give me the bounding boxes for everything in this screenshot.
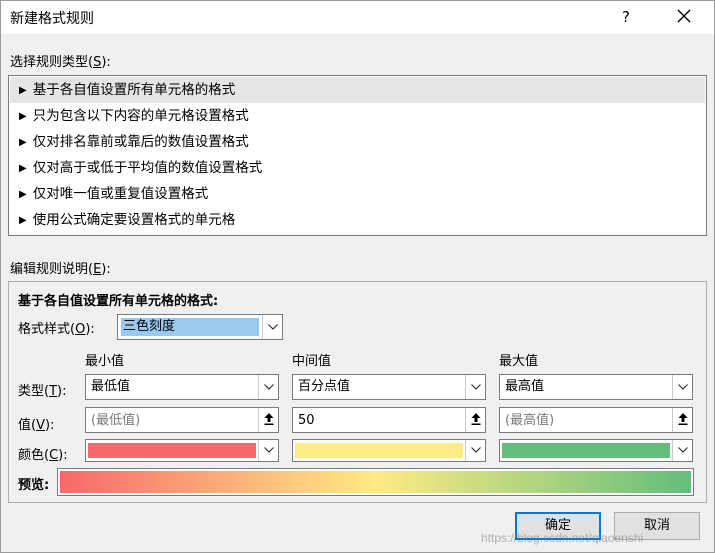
help-button[interactable]: ?: [613, 5, 639, 29]
dropdown-button[interactable]: [672, 375, 692, 399]
preview-gradient: [60, 471, 691, 493]
rule-type-label: 选择规则类型(S):: [10, 55, 111, 70]
chevron-down-icon: [678, 447, 688, 453]
new-format-rule-dialog: 新建格式规则 ? 选择规则类型(S): ▶ 基于各自值设置所有单元格的格式 ▶ 只为…: [0, 0, 715, 553]
chevron-down-icon: [268, 324, 278, 330]
edit-rule-label: 编辑规则说明(E):: [10, 262, 111, 277]
chevron-down-icon: [678, 384, 688, 390]
format-style-label: 格式样式(O):: [18, 322, 95, 337]
range-picker-button[interactable]: [465, 408, 485, 432]
dropdown-button[interactable]: [262, 315, 282, 339]
max-value-field[interactable]: (最高值): [499, 407, 693, 433]
rule-type-list[interactable]: ▶ 基于各自值设置所有单元格的格式 ▶ 只为包含以下内容的单元格设置格式 ▶ 仅对排名…: [8, 75, 707, 236]
chevron-down-icon: [471, 447, 481, 453]
triangle-right-icon: ▶: [19, 137, 27, 148]
mid-column-header: 中间值: [292, 354, 332, 369]
close-icon: [677, 9, 691, 23]
max-column-header: 最大值: [499, 354, 539, 369]
max-type-select[interactable]: 最高值: [499, 374, 693, 400]
dropdown-button[interactable]: [258, 440, 278, 461]
preview-label: 预览:: [18, 478, 50, 493]
mid-value-text: 50: [298, 413, 315, 428]
type-row-label: 类型(T):: [18, 384, 67, 399]
format-style-value: 三色刻度: [121, 318, 259, 336]
preview-bar: [57, 468, 694, 496]
triangle-right-icon: ▶: [19, 163, 27, 174]
rule-type-item[interactable]: ▶ 只为包含以下内容的单元格设置格式: [10, 103, 705, 129]
chevron-down-icon: [264, 384, 274, 390]
triangle-right-icon: ▶: [19, 111, 27, 122]
max-value-text: (最高值): [505, 413, 555, 428]
title-bar: 新建格式规则 ?: [1, 1, 714, 34]
max-color-picker[interactable]: [499, 439, 693, 462]
value-row-label: 值(V):: [18, 418, 55, 433]
min-value-text: (最低值): [91, 413, 141, 428]
rule-type-item[interactable]: ▶ 仅对唯一值或重复值设置格式: [10, 181, 705, 207]
close-button[interactable]: [669, 5, 699, 29]
rule-type-item[interactable]: ▶ 使用公式确定要设置格式的单元格: [10, 207, 705, 233]
chevron-down-icon: [471, 384, 481, 390]
min-color-picker[interactable]: [85, 439, 279, 462]
rule-type-item[interactable]: ▶ 基于各自值设置所有单元格的格式: [10, 77, 705, 103]
mid-color-picker[interactable]: [292, 439, 486, 462]
color-row-label: 颜色(C):: [18, 448, 68, 463]
min-column-header: 最小值: [85, 354, 125, 369]
mid-value-field[interactable]: 50: [292, 407, 486, 433]
rule-type-item[interactable]: ▶ 仅对高于或低于平均值的数值设置格式: [10, 155, 705, 181]
format-style-select[interactable]: 三色刻度: [117, 314, 283, 340]
triangle-right-icon: ▶: [19, 215, 27, 226]
mid-type-select[interactable]: 百分点值: [292, 374, 486, 400]
dropdown-button[interactable]: [672, 440, 692, 461]
dropdown-button[interactable]: [465, 375, 485, 399]
min-value-field[interactable]: (最低值): [85, 407, 279, 433]
edit-panel-title: 基于各自值设置所有单元格的格式:: [18, 294, 219, 309]
min-type-select[interactable]: 最低值: [85, 374, 279, 400]
watermark: https://blog.csdn.net/qiaoenshi: [481, 531, 644, 545]
upload-arrow-icon: [471, 413, 481, 425]
dialog-title: 新建格式规则: [10, 11, 94, 27]
upload-arrow-icon: [264, 413, 274, 425]
dropdown-button[interactable]: [465, 440, 485, 461]
triangle-right-icon: ▶: [19, 85, 27, 96]
mid-type-value: 百分点值: [298, 379, 351, 394]
rule-type-item[interactable]: ▶ 仅对排名靠前或靠后的数值设置格式: [10, 129, 705, 155]
min-color-swatch: [88, 443, 256, 458]
mid-color-swatch: [295, 443, 463, 458]
min-type-value: 最低值: [91, 379, 131, 394]
chevron-down-icon: [264, 447, 274, 453]
upload-arrow-icon: [678, 413, 688, 425]
max-type-value: 最高值: [505, 379, 545, 394]
edit-rule-panel: 基于各自值设置所有单元格的格式: 格式样式(O): 三色刻度 最小值 中间值 最…: [8, 281, 707, 503]
triangle-right-icon: ▶: [19, 189, 27, 200]
max-color-swatch: [502, 443, 670, 458]
range-picker-button[interactable]: [672, 408, 692, 432]
dropdown-button[interactable]: [258, 375, 278, 399]
range-picker-button[interactable]: [258, 408, 278, 432]
